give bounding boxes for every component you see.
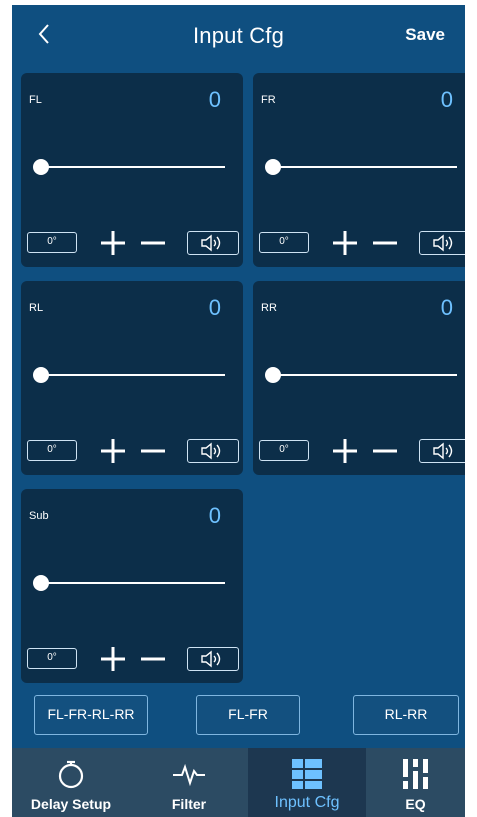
- slider-thumb[interactable]: [33, 575, 49, 591]
- group-button-rl-rr[interactable]: RL-RR: [353, 695, 459, 735]
- phase-button[interactable]: 0°: [259, 440, 309, 461]
- nav-item-eq[interactable]: EQ: [366, 748, 465, 817]
- increment-button[interactable]: [331, 229, 359, 257]
- nav-label: EQ: [405, 796, 426, 812]
- phase-button[interactable]: 0°: [27, 648, 77, 669]
- channel-value: 0: [440, 87, 453, 112]
- channel-value: 0: [440, 295, 453, 320]
- mute-button[interactable]: [187, 647, 239, 671]
- level-slider[interactable]: [265, 157, 457, 177]
- speaker-icon: [201, 650, 221, 668]
- plus-icon: [333, 439, 357, 463]
- decrement-button[interactable]: [139, 645, 167, 673]
- minus-icon: [141, 241, 165, 245]
- decrement-button[interactable]: [371, 437, 399, 465]
- speaker-icon: [201, 442, 221, 460]
- channel-card-fl: FL 0 0°: [21, 73, 243, 267]
- decrement-button[interactable]: [139, 437, 167, 465]
- minus-icon: [373, 241, 397, 245]
- slider-track: [273, 374, 457, 376]
- slider-track: [41, 166, 225, 168]
- increment-button[interactable]: [99, 229, 127, 257]
- channel-card-fr: FR 0 0°: [253, 73, 465, 267]
- channel-value: 0: [208, 87, 221, 112]
- channel-card-rr: RR 0 0°: [253, 281, 465, 475]
- waveform-icon: [173, 763, 205, 787]
- level-slider[interactable]: [33, 365, 225, 385]
- app-screen: Input Cfg Save FL 0 0° FR 0 0° RL 0 0° R…: [12, 5, 465, 817]
- page-title: Input Cfg: [192, 23, 285, 48]
- slider-thumb[interactable]: [265, 367, 281, 383]
- slider-thumb[interactable]: [33, 159, 49, 175]
- channel-value: 0: [208, 295, 221, 320]
- mute-button[interactable]: [187, 439, 239, 463]
- plus-icon: [333, 231, 357, 255]
- slider-track: [41, 374, 225, 376]
- increment-button[interactable]: [99, 437, 127, 465]
- slider-track: [273, 166, 457, 168]
- nav-label: Filter: [171, 796, 207, 812]
- plus-icon: [101, 647, 125, 671]
- group-button-fl-fr-rl-rr[interactable]: FL-FR-RL-RR: [34, 695, 148, 735]
- channel-label: RR: [261, 302, 277, 314]
- slider-thumb[interactable]: [33, 367, 49, 383]
- level-slider[interactable]: [33, 573, 225, 593]
- slider-thumb[interactable]: [265, 159, 281, 175]
- level-slider[interactable]: [265, 365, 457, 385]
- save-button[interactable]: Save: [405, 25, 445, 45]
- channel-value: 0: [208, 503, 221, 528]
- group-button-fl-fr[interactable]: FL-FR: [196, 695, 300, 735]
- nav-item-input-cfg[interactable]: Input Cfg: [248, 748, 366, 817]
- mute-button[interactable]: [187, 231, 239, 255]
- plus-icon: [101, 439, 125, 463]
- mute-button[interactable]: [419, 231, 465, 255]
- minus-icon: [141, 657, 165, 661]
- increment-button[interactable]: [99, 645, 127, 673]
- phase-button[interactable]: 0°: [259, 232, 309, 253]
- plus-icon: [101, 231, 125, 255]
- minus-icon: [373, 449, 397, 453]
- speaker-icon: [201, 234, 221, 252]
- channel-label: FL: [29, 94, 42, 106]
- nav-label: Input Cfg: [274, 794, 340, 811]
- bottom-nav: Delay Setup Filter Input Cfg EQ: [12, 748, 465, 817]
- nav-label: Delay Setup: [30, 796, 112, 812]
- header-bar: Input Cfg Save: [12, 5, 465, 65]
- speaker-icon: [433, 234, 453, 252]
- channel-label: RL: [29, 302, 44, 314]
- nav-item-filter[interactable]: Filter: [130, 748, 248, 817]
- mute-button[interactable]: [419, 439, 465, 463]
- increment-button[interactable]: [331, 437, 359, 465]
- nav-item-delay-setup[interactable]: Delay Setup: [12, 748, 130, 817]
- channel-label: FR: [261, 94, 276, 106]
- channel-card-sub: Sub 0 0°: [21, 489, 243, 683]
- decrement-button[interactable]: [139, 229, 167, 257]
- channel-label: Sub: [29, 510, 49, 522]
- stopwatch-icon: [58, 760, 84, 789]
- phase-button[interactable]: 0°: [27, 440, 77, 461]
- decrement-button[interactable]: [371, 229, 399, 257]
- minus-icon: [141, 449, 165, 453]
- equalizer-sliders-icon: [400, 759, 430, 789]
- phase-button[interactable]: 0°: [27, 232, 77, 253]
- speaker-icon: [433, 442, 453, 460]
- slider-track: [41, 582, 225, 584]
- grid-layout-icon: [292, 759, 322, 789]
- channel-card-rl: RL 0 0°: [21, 281, 243, 475]
- level-slider[interactable]: [33, 157, 225, 177]
